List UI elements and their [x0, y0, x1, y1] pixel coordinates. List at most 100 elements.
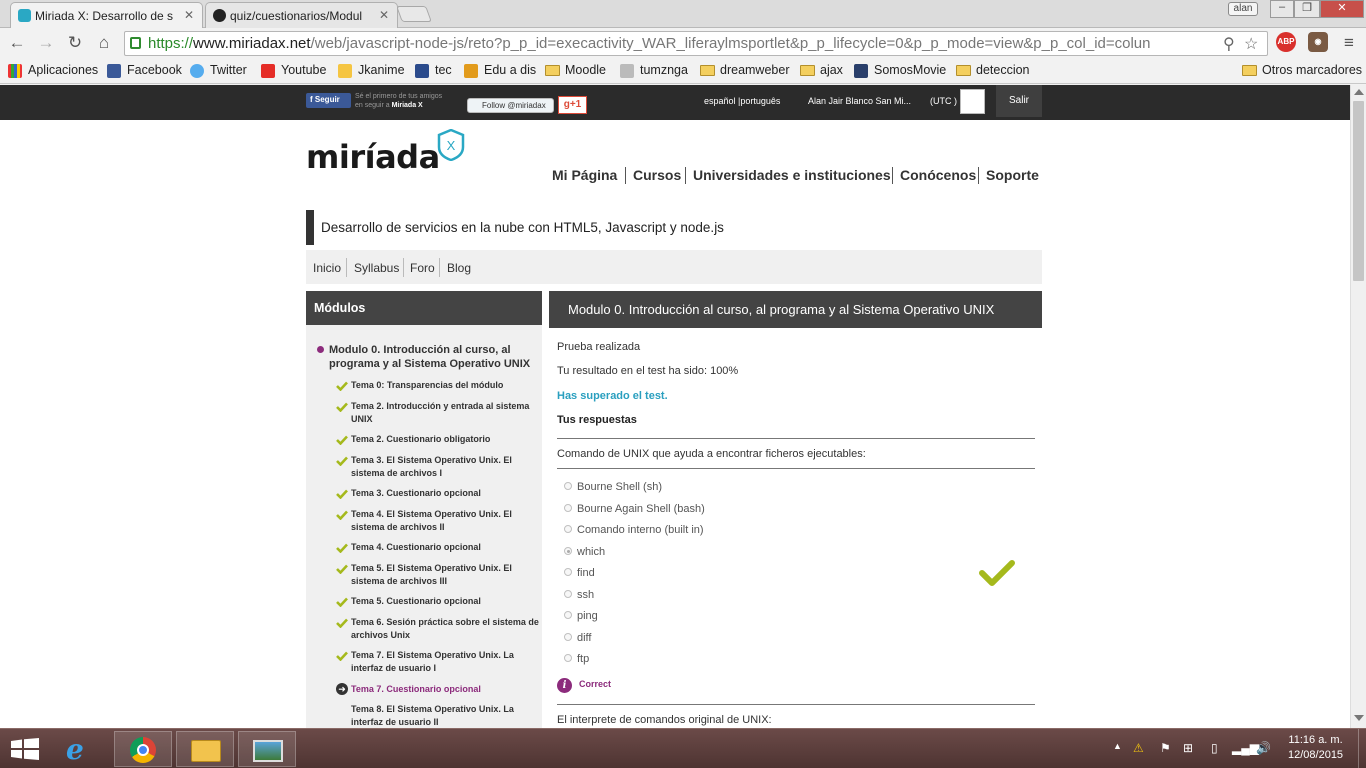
- home-icon[interactable]: ⌂: [93, 32, 115, 54]
- bookmark-moodle[interactable]: Moodle: [545, 63, 606, 77]
- topic-item[interactable]: Tema 6. Sesión práctica sobre el sistema…: [351, 616, 539, 642]
- action-center-flag-icon[interactable]: ⚑: [1160, 741, 1171, 755]
- bookmark-youtube[interactable]: Youtube: [261, 63, 326, 78]
- battery-icon[interactable]: ▯: [1211, 741, 1218, 755]
- topic-item[interactable]: Tema 7. El Sistema Operativo Unix. La in…: [351, 649, 539, 675]
- radio-option[interactable]: [564, 654, 572, 662]
- bookmark-somosmovie[interactable]: SomosMovie: [854, 63, 946, 78]
- subnav-foro[interactable]: Foro: [410, 261, 435, 275]
- lang-pt-link[interactable]: português: [740, 96, 780, 106]
- page-scrollbar[interactable]: [1350, 85, 1366, 728]
- bookmark-other[interactable]: Otros marcadores: [1242, 63, 1362, 77]
- sidebar-heading: Módulos: [306, 291, 542, 325]
- scroll-down-icon[interactable]: [1354, 715, 1364, 721]
- tab-miriada[interactable]: Miriada X: Desarrollo de s ✕: [10, 2, 203, 28]
- bookmark-jkanime[interactable]: Jkanime: [338, 63, 405, 78]
- topic-item[interactable]: Tema 3. El Sistema Operativo Unix. El si…: [351, 454, 539, 480]
- show-desktop-button[interactable]: [1358, 729, 1366, 768]
- browser-chrome: Miriada X: Desarrollo de s ✕ quiz/cuesti…: [0, 0, 1366, 85]
- option-label: ssh: [577, 589, 595, 601]
- taskbar-chrome[interactable]: [114, 731, 172, 767]
- bookmark-tec[interactable]: tec: [415, 63, 452, 78]
- network-signal-icon[interactable]: ▂▄▆: [1232, 741, 1259, 755]
- nav-divider: [625, 167, 626, 184]
- twitter-follow-button[interactable]: Follow @miriadax: [467, 98, 554, 113]
- avatar[interactable]: [960, 89, 985, 114]
- topic-item[interactable]: Tema 4. Cuestionario opcional: [351, 541, 539, 554]
- adblock-icon[interactable]: ABP: [1276, 32, 1296, 52]
- minimize-button[interactable]: –: [1270, 0, 1294, 18]
- close-tab-icon[interactable]: ✕: [379, 8, 389, 22]
- bookmark-tumznga[interactable]: tumznga: [620, 63, 688, 78]
- topic-item[interactable]: Tema 2. Cuestionario obligatorio: [351, 433, 539, 446]
- volume-icon[interactable]: 🔊: [1256, 741, 1271, 755]
- nav-cursos[interactable]: Cursos: [633, 167, 681, 183]
- bookmark-twitter[interactable]: Twitter: [190, 63, 247, 78]
- nav-conocenos[interactable]: Conócenos: [900, 167, 976, 183]
- bookmark-facebook[interactable]: Facebook: [107, 63, 182, 78]
- taskbar-ie[interactable]: e: [52, 731, 110, 767]
- radio-option[interactable]: [564, 482, 572, 490]
- back-icon[interactable]: ←: [6, 32, 28, 54]
- reload-icon[interactable]: ↻: [64, 32, 86, 54]
- subnav-blog[interactable]: Blog: [447, 261, 471, 275]
- lang-es-link[interactable]: español: [704, 96, 736, 106]
- miriada-logo[interactable]: miríada: [306, 138, 440, 176]
- course-title: Desarrollo de servicios en la nube con H…: [306, 210, 1042, 245]
- close-tab-icon[interactable]: ✕: [184, 8, 194, 22]
- topic-item[interactable]: Tema 3. Cuestionario opcional: [351, 487, 539, 500]
- search-icon[interactable]: ⚲: [1223, 34, 1235, 54]
- bookmark-apps[interactable]: Aplicaciones: [8, 63, 98, 78]
- radio-option[interactable]: [564, 568, 572, 576]
- folder-icon: [1242, 65, 1257, 76]
- bookmark-star-icon[interactable]: ☆: [1244, 34, 1258, 54]
- radio-option[interactable]: [564, 525, 572, 533]
- bookmark-deteccion[interactable]: deteccion: [956, 63, 1030, 77]
- nav-soporte[interactable]: Soporte: [986, 167, 1039, 183]
- topic-item[interactable]: Tema 5. Cuestionario opcional: [351, 595, 539, 608]
- bookmark-edu[interactable]: Edu a dis: [464, 63, 536, 78]
- address-bar[interactable]: https://www.miriadax.net/web/javascript-…: [124, 31, 1268, 56]
- module-title-link[interactable]: Modulo 0. Introducción al curso, al prog…: [329, 343, 537, 371]
- new-tab-button[interactable]: [396, 6, 432, 22]
- user-name[interactable]: Alan Jair Blanco San Mi...: [808, 96, 911, 106]
- url-text[interactable]: https://www.miriadax.net/web/javascript-…: [148, 35, 1223, 52]
- topic-item[interactable]: Tema 0: Transparencias del módulo: [351, 379, 539, 392]
- topic-item[interactable]: Tema 8. El Sistema Operativo Unix. La in…: [351, 703, 539, 728]
- topic-item-current[interactable]: Tema 7. Cuestionario opcional: [351, 683, 539, 696]
- radio-option[interactable]: [564, 590, 572, 598]
- nav-mi-pagina[interactable]: Mi Página: [552, 167, 617, 183]
- profile-badge[interactable]: alan: [1228, 2, 1258, 16]
- subnav-syllabus[interactable]: Syllabus: [354, 261, 399, 275]
- forward-icon[interactable]: →: [35, 32, 57, 54]
- radio-option[interactable]: [564, 611, 572, 619]
- topic-item[interactable]: Tema 2. Introducción y entrada al sistem…: [351, 400, 539, 426]
- close-window-button[interactable]: ✕: [1320, 0, 1364, 18]
- bookmark-ajax[interactable]: ajax: [800, 63, 843, 77]
- taskbar-photos[interactable]: [238, 731, 296, 767]
- windows-start-icon[interactable]: [11, 738, 39, 760]
- topic-item[interactable]: Tema 4. El Sistema Operativo Unix. El si…: [351, 508, 539, 534]
- warning-icon[interactable]: ⚠: [1133, 741, 1144, 755]
- tab-github[interactable]: quiz/cuestionarios/Modul ✕: [205, 2, 398, 28]
- radio-option-selected[interactable]: [564, 547, 572, 555]
- scroll-up-icon[interactable]: [1354, 89, 1364, 95]
- gplus-button[interactable]: g+1: [558, 96, 587, 114]
- topic-item[interactable]: Tema 5. El Sistema Operativo Unix. El si…: [351, 562, 539, 588]
- windows-update-icon[interactable]: ⊞: [1183, 741, 1193, 755]
- instagram-icon[interactable]: ◉: [1308, 32, 1328, 52]
- bookmark-dreamweber[interactable]: dreamweber: [700, 63, 789, 77]
- scrollbar-thumb[interactable]: [1353, 101, 1364, 281]
- show-hidden-icons-icon[interactable]: ▲: [1113, 741, 1122, 751]
- menu-icon[interactable]: ≡: [1338, 32, 1360, 54]
- restore-button[interactable]: ❐: [1294, 0, 1320, 18]
- subnav-inicio[interactable]: Inicio: [313, 261, 341, 275]
- radio-option[interactable]: [564, 504, 572, 512]
- taskbar-explorer[interactable]: [176, 731, 234, 767]
- system-clock[interactable]: 11:16 a. m. 12/08/2015: [1288, 733, 1343, 763]
- logout-button[interactable]: Salir: [996, 85, 1042, 117]
- nav-universidades[interactable]: Universidades e instituciones: [693, 167, 891, 183]
- radio-option[interactable]: [564, 633, 572, 641]
- facebook-follow-button[interactable]: f Seguir: [306, 93, 351, 108]
- feedback-label: Correct: [579, 679, 612, 689]
